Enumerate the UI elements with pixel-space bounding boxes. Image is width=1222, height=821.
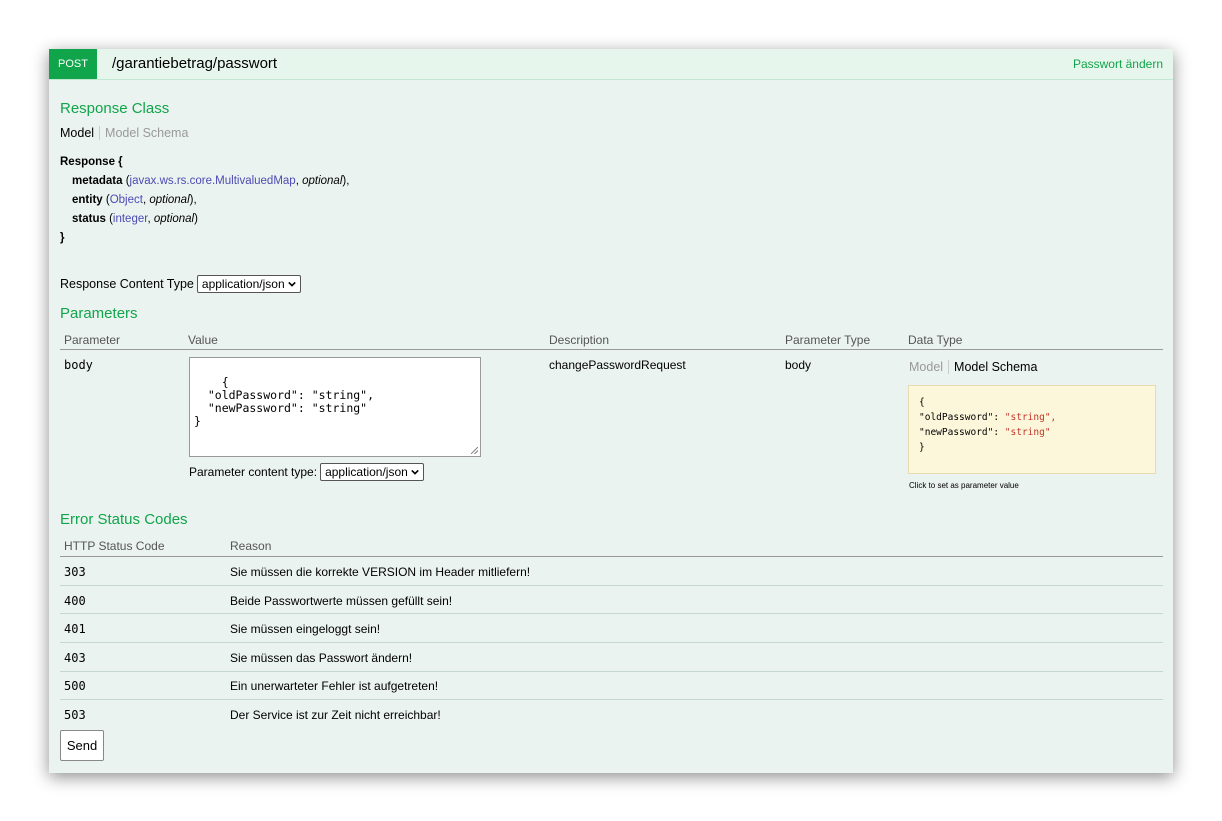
resize-handle-icon[interactable]	[471, 447, 478, 454]
param-content-type-row: Parameter content type: application/json	[189, 463, 424, 481]
row-divider	[60, 613, 1163, 614]
status-code: 503	[64, 708, 86, 722]
param-header-value: Value	[188, 333, 218, 347]
param-type: body	[785, 358, 812, 372]
tab-model[interactable]: Model	[60, 126, 99, 140]
param-header-description: Description	[549, 333, 610, 347]
tab-model-schema[interactable]: Model Schema	[949, 360, 1042, 374]
param-header-parameter-type: Parameter Type	[785, 333, 871, 347]
response-content-type-row: Response Content Type application/json	[60, 275, 301, 293]
operation-header[interactable]: POST /garantiebetrag/passwort Passwort ä…	[49, 49, 1173, 80]
response-class-title: Response Class	[60, 100, 170, 117]
status-code: 401	[64, 622, 86, 636]
param-header-data-type: Data Type	[908, 333, 963, 347]
param-body-textarea[interactable]: { "oldPassword": "string", "newPassword"…	[189, 357, 481, 457]
chevron-down-icon	[287, 281, 296, 287]
status-reason: Der Service ist zur Zeit nicht erreichba…	[230, 708, 441, 722]
parameters-title: Parameters	[60, 305, 138, 322]
model-close-brace: }	[60, 232, 65, 244]
status-reason: Ein unerwarteter Fehler ist aufgetreten!	[230, 679, 439, 693]
property-type-link[interactable]: integer	[113, 213, 148, 225]
send-button[interactable]: Send	[60, 730, 104, 761]
response-content-type-label: Response Content Type	[60, 277, 194, 291]
operation-summary-link[interactable]: Passwort ändern	[1073, 57, 1163, 71]
status-reason: Sie müssen das Passwort ändern!	[230, 651, 413, 665]
http-method-badge[interactable]: POST	[49, 49, 97, 79]
row-divider	[60, 642, 1163, 643]
tab-model-schema[interactable]: Model Schema	[99, 126, 188, 140]
model-property: entity (Object, optional),	[72, 194, 197, 206]
row-divider	[60, 699, 1163, 700]
error-status-codes-title: Error Status Codes	[60, 511, 188, 528]
property-type-link[interactable]: Object	[110, 194, 143, 206]
param-content-type-label: Parameter content type:	[189, 465, 318, 479]
row-divider	[60, 585, 1163, 586]
operation-path[interactable]: /garantiebetrag/passwort	[112, 55, 277, 72]
status-code: 400	[64, 594, 86, 608]
response-model-signature: Response { metadata (javax.ws.rs.core.Mu…	[60, 153, 349, 248]
error-header-reason: Reason	[230, 539, 272, 553]
status-code: 303	[64, 565, 86, 579]
parameters-divider	[60, 349, 1163, 350]
row-divider	[60, 671, 1163, 672]
error-table-divider	[60, 556, 1163, 557]
param-description: changePasswordRequest	[549, 358, 686, 372]
param-name: body	[64, 358, 93, 372]
status-reason: Sie müssen eingeloggt sein!	[230, 622, 381, 636]
response-class-tabs: Model Model Schema	[60, 126, 188, 140]
tab-model[interactable]: Model	[909, 360, 950, 374]
data-type-tabs: Model Model Schema	[909, 360, 1042, 374]
param-content-type-select[interactable]: application/json	[320, 463, 424, 481]
status-code: 500	[64, 679, 86, 693]
chevron-down-icon	[411, 469, 419, 475]
click-to-set-hint: Click to set as parameter value	[909, 481, 1019, 490]
status-code: 403	[64, 651, 86, 665]
error-header-code: HTTP Status Code	[64, 539, 165, 553]
response-content-type-select[interactable]: application/json	[196, 275, 301, 293]
status-reason: Beide Passwortwerte müssen gefüllt sein!	[230, 594, 453, 608]
model-property: status (integer, optional)	[72, 213, 198, 225]
status-reason: Sie müssen die korrekte VERSION im Heade…	[230, 565, 531, 579]
model-schema-snippet[interactable]: {"oldPassword": "string", "newPassword": …	[908, 385, 1156, 474]
param-header-parameter: Parameter	[64, 333, 121, 347]
property-type-link[interactable]: javax.ws.rs.core.MultivaluedMap	[130, 175, 296, 187]
model-property: metadata (javax.ws.rs.core.MultivaluedMa…	[72, 175, 350, 187]
operation-panel: POST /garantiebetrag/passwort Passwort ä…	[49, 49, 1173, 773]
model-name: Response {	[60, 156, 123, 168]
